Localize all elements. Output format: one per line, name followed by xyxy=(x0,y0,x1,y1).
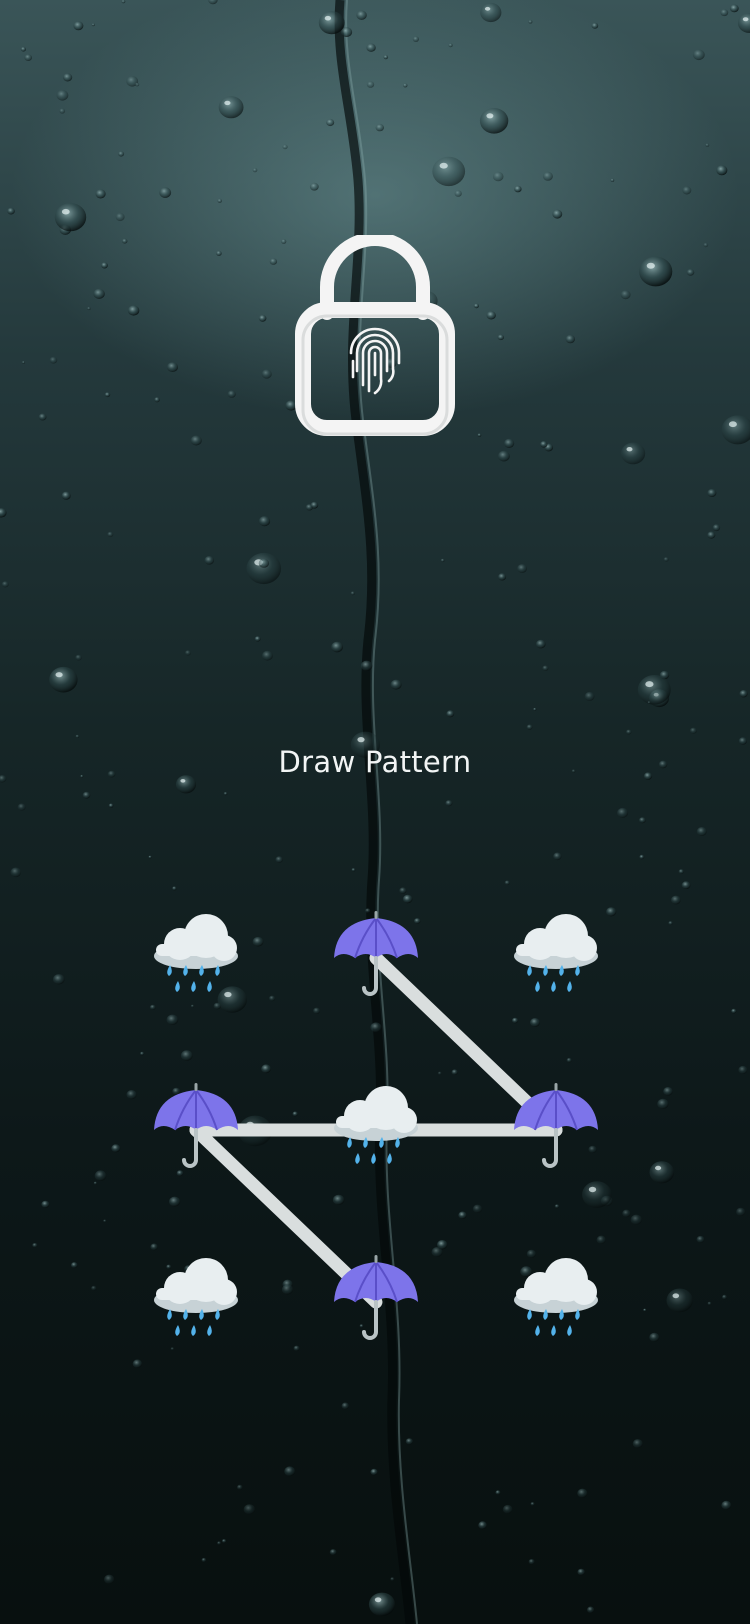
rain-drop xyxy=(175,1325,180,1336)
rain-cloud-icon xyxy=(514,1258,598,1336)
rain-drop xyxy=(167,1309,172,1320)
rain-drop xyxy=(567,1325,572,1336)
pattern-grid[interactable] xyxy=(0,0,750,1624)
rain-drop xyxy=(551,1325,556,1336)
rain-drop xyxy=(347,1137,352,1148)
pattern-dot-7[interactable] xyxy=(154,1258,238,1336)
rain-drop xyxy=(191,1325,196,1336)
rain-cloud-icon xyxy=(154,1258,238,1336)
rain-drop xyxy=(527,965,532,976)
rain-drop xyxy=(191,981,196,992)
rain-drop xyxy=(567,981,572,992)
rain-drop xyxy=(207,981,212,992)
rain-drop xyxy=(167,965,172,976)
rain-drop xyxy=(207,1325,212,1336)
rain-drop xyxy=(527,1309,532,1320)
rain-drop xyxy=(387,1153,392,1164)
pattern-dot-9[interactable] xyxy=(514,1258,598,1336)
pattern-dot-5[interactable] xyxy=(334,1086,418,1164)
rain-drop xyxy=(535,1325,540,1336)
pattern-dot-3[interactable] xyxy=(514,914,598,992)
rain-drop xyxy=(175,981,180,992)
rain-cloud-icon xyxy=(514,914,598,992)
rain-cloud-icon xyxy=(154,914,238,992)
rain-cloud-icon xyxy=(334,1086,418,1164)
rain-drop xyxy=(551,981,556,992)
rain-drop xyxy=(371,1153,376,1164)
rain-drop xyxy=(535,981,540,992)
pattern-dot-1[interactable] xyxy=(154,914,238,992)
rain-drop xyxy=(355,1153,360,1164)
